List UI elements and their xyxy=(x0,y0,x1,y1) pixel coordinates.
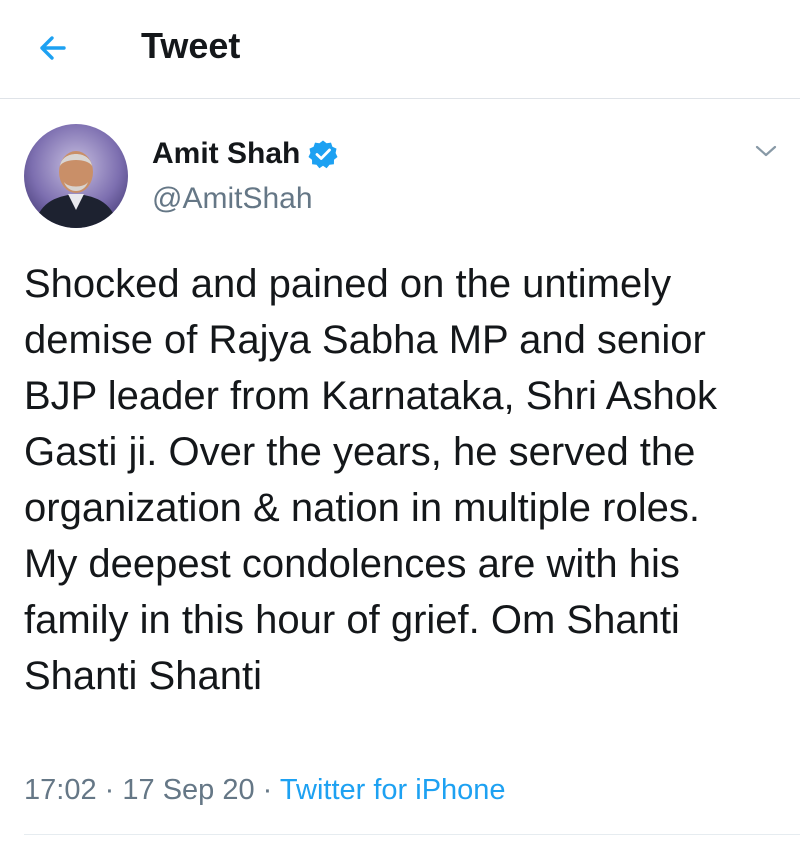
back-button[interactable] xyxy=(34,28,74,68)
tweet-date[interactable]: 17 Sep 20 xyxy=(122,774,254,806)
meta-separator: · xyxy=(104,774,115,806)
chevron-down-icon xyxy=(755,145,777,157)
divider xyxy=(24,834,800,835)
tweet-source-link[interactable]: Twitter for iPhone xyxy=(280,774,506,806)
arrow-left-icon xyxy=(40,36,66,60)
tweet-body: Shocked and pained on the untimely demis… xyxy=(24,262,717,698)
tweet-page: Tweet Amit Shah @AmitShah Shocked and pa… xyxy=(0,0,800,851)
meta-separator: · xyxy=(262,774,273,806)
avatar-image xyxy=(24,124,128,228)
tweet-meta: 17:02 · 17 Sep 20 · Twitter for iPhone xyxy=(24,774,506,807)
tweet-time[interactable]: 17:02 xyxy=(24,774,97,806)
author-name[interactable]: Amit Shah xyxy=(152,137,300,171)
tweet-options-button[interactable] xyxy=(754,142,778,160)
author-name-row[interactable]: Amit Shah xyxy=(152,134,338,174)
top-bar: Tweet xyxy=(0,0,800,99)
verified-badge-icon xyxy=(308,140,338,169)
avatar[interactable] xyxy=(24,124,128,228)
author-handle[interactable]: @AmitShah xyxy=(152,182,313,216)
page-title: Tweet xyxy=(141,25,241,66)
